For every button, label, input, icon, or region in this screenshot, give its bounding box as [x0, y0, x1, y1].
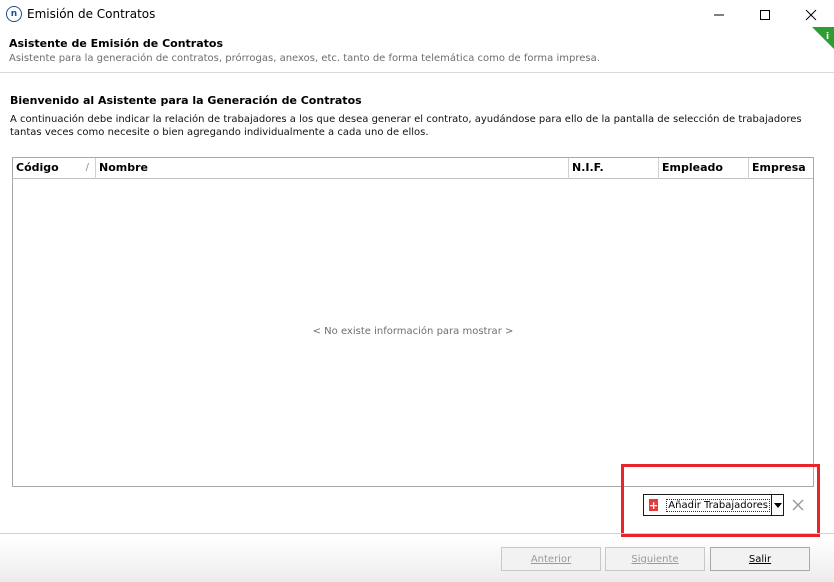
sort-indicator-icon: /: [85, 162, 89, 173]
header-divider: [0, 72, 834, 73]
close-icon: [805, 9, 817, 21]
previous-button[interactable]: Anterior: [501, 547, 601, 571]
wizard-title: Asistente de Emisión de Contratos: [9, 37, 224, 50]
workers-grid[interactable]: Código / Nombre N.I.F. Empleado Empresa …: [12, 157, 814, 487]
window-title: Emisión de Contratos: [27, 7, 156, 21]
chevron-down-icon: [773, 502, 782, 508]
close-button[interactable]: [788, 0, 834, 30]
add-workers-label: Añadir Trabajadores: [666, 498, 770, 512]
wizard-subtitle: Asistente para la generación de contrato…: [9, 53, 600, 64]
column-header-nombre[interactable]: Nombre: [96, 158, 569, 179]
add-workers-split-button[interactable]: + Añadir Trabajadores: [643, 494, 784, 516]
add-workers-dropdown[interactable]: [771, 495, 783, 515]
app-icon: n: [6, 6, 22, 22]
add-workers-button[interactable]: + Añadir Trabajadores: [644, 495, 770, 515]
info-icon: i: [812, 27, 834, 49]
welcome-title: Bienvenido al Asistente para la Generaci…: [10, 94, 362, 107]
footer-bar: [0, 538, 834, 582]
grid-header: Código / Nombre N.I.F. Empleado Empresa: [13, 158, 813, 179]
next-button[interactable]: Siguiente: [605, 547, 705, 571]
minimize-icon: [714, 14, 724, 16]
maximize-icon: [760, 10, 770, 20]
svg-text:i: i: [826, 32, 829, 42]
close-icon: [792, 499, 804, 511]
column-header-empresa[interactable]: Empresa: [749, 158, 813, 179]
footer-divider: [0, 533, 834, 534]
column-header-nif[interactable]: N.I.F.: [569, 158, 659, 179]
minimize-button[interactable]: [696, 0, 742, 30]
column-header-empleado[interactable]: Empleado: [659, 158, 749, 179]
maximize-button[interactable]: [742, 0, 788, 30]
empty-grid-message: < No existe información para mostrar >: [312, 326, 514, 337]
welcome-text: A continuación debe indicar la relación …: [10, 114, 802, 138]
column-header-codigo[interactable]: Código /: [13, 158, 96, 179]
exit-button[interactable]: Salir: [710, 547, 810, 571]
remove-worker-button[interactable]: [788, 495, 808, 515]
plus-icon: +: [649, 498, 659, 512]
